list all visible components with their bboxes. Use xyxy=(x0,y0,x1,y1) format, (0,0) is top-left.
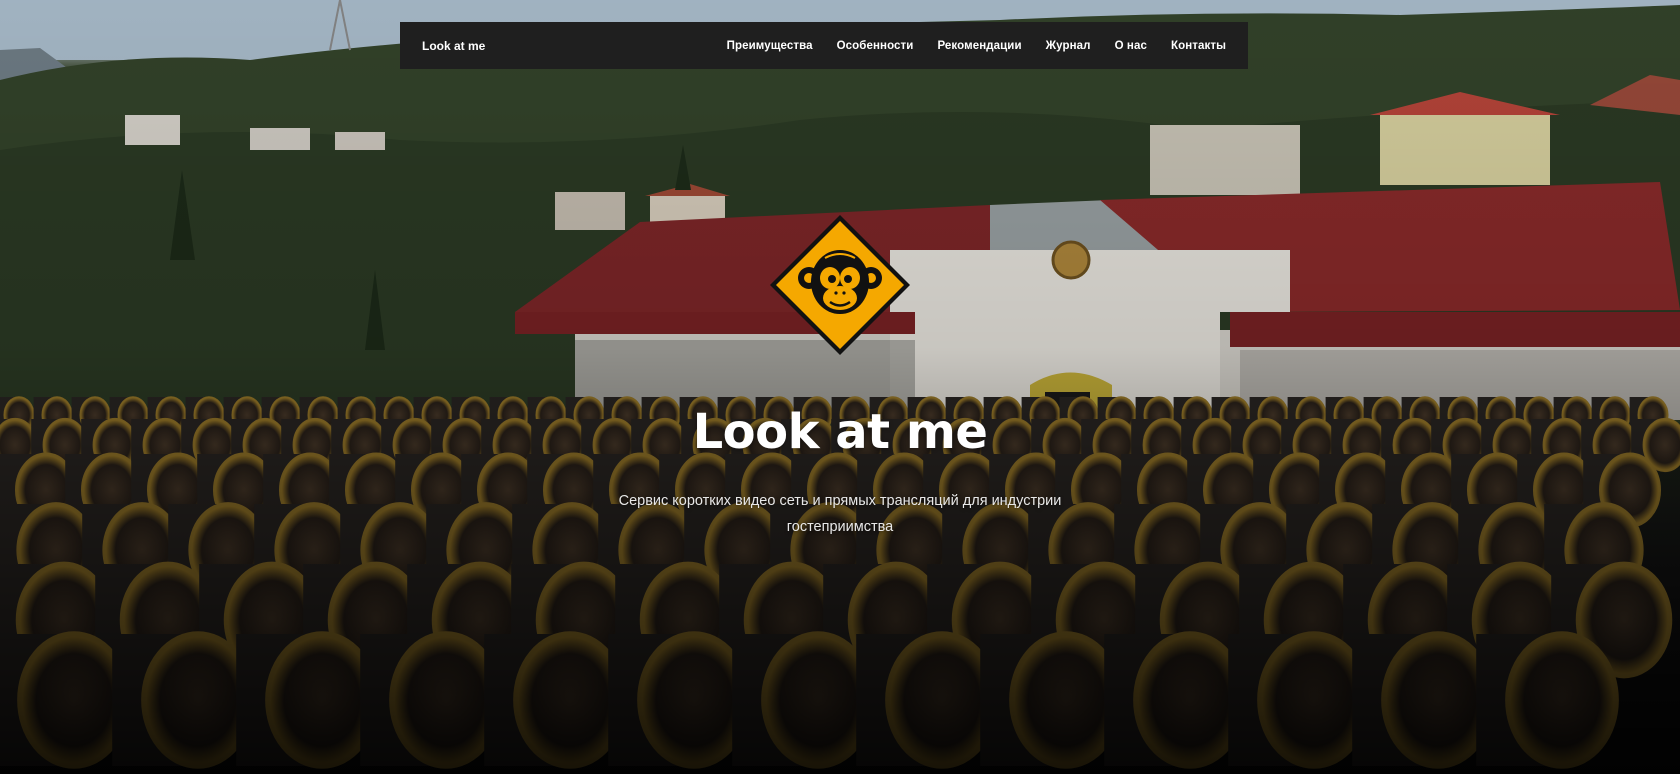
hero-subtitle: Сервис коротких видео сеть и прямых тран… xyxy=(618,493,1062,535)
nav-link-advantages[interactable]: Преимущества xyxy=(727,40,813,52)
hero-section: Look at me Преимущества Особенности Реко… xyxy=(0,0,1680,774)
top-navbar: Look at me Преимущества Особенности Реко… xyxy=(400,22,1248,69)
nav-link-journal[interactable]: Журнал xyxy=(1046,40,1091,52)
nav-link-features[interactable]: Особенности xyxy=(837,40,914,52)
monkey-warning-sign-icon xyxy=(770,215,910,355)
nav-link-about[interactable]: О нас xyxy=(1115,40,1147,52)
navbar-brand-link[interactable]: Look at me xyxy=(422,39,485,53)
navbar-links: Преимущества Особенности Рекомендации Жу… xyxy=(727,40,1226,52)
hero-content: Look at me Сервис коротких видео сеть и … xyxy=(0,212,1680,540)
nav-link-contacts[interactable]: Контакты xyxy=(1171,40,1226,52)
nav-link-recommendations[interactable]: Рекомендации xyxy=(937,40,1021,52)
hero-title: Look at me xyxy=(692,404,988,460)
